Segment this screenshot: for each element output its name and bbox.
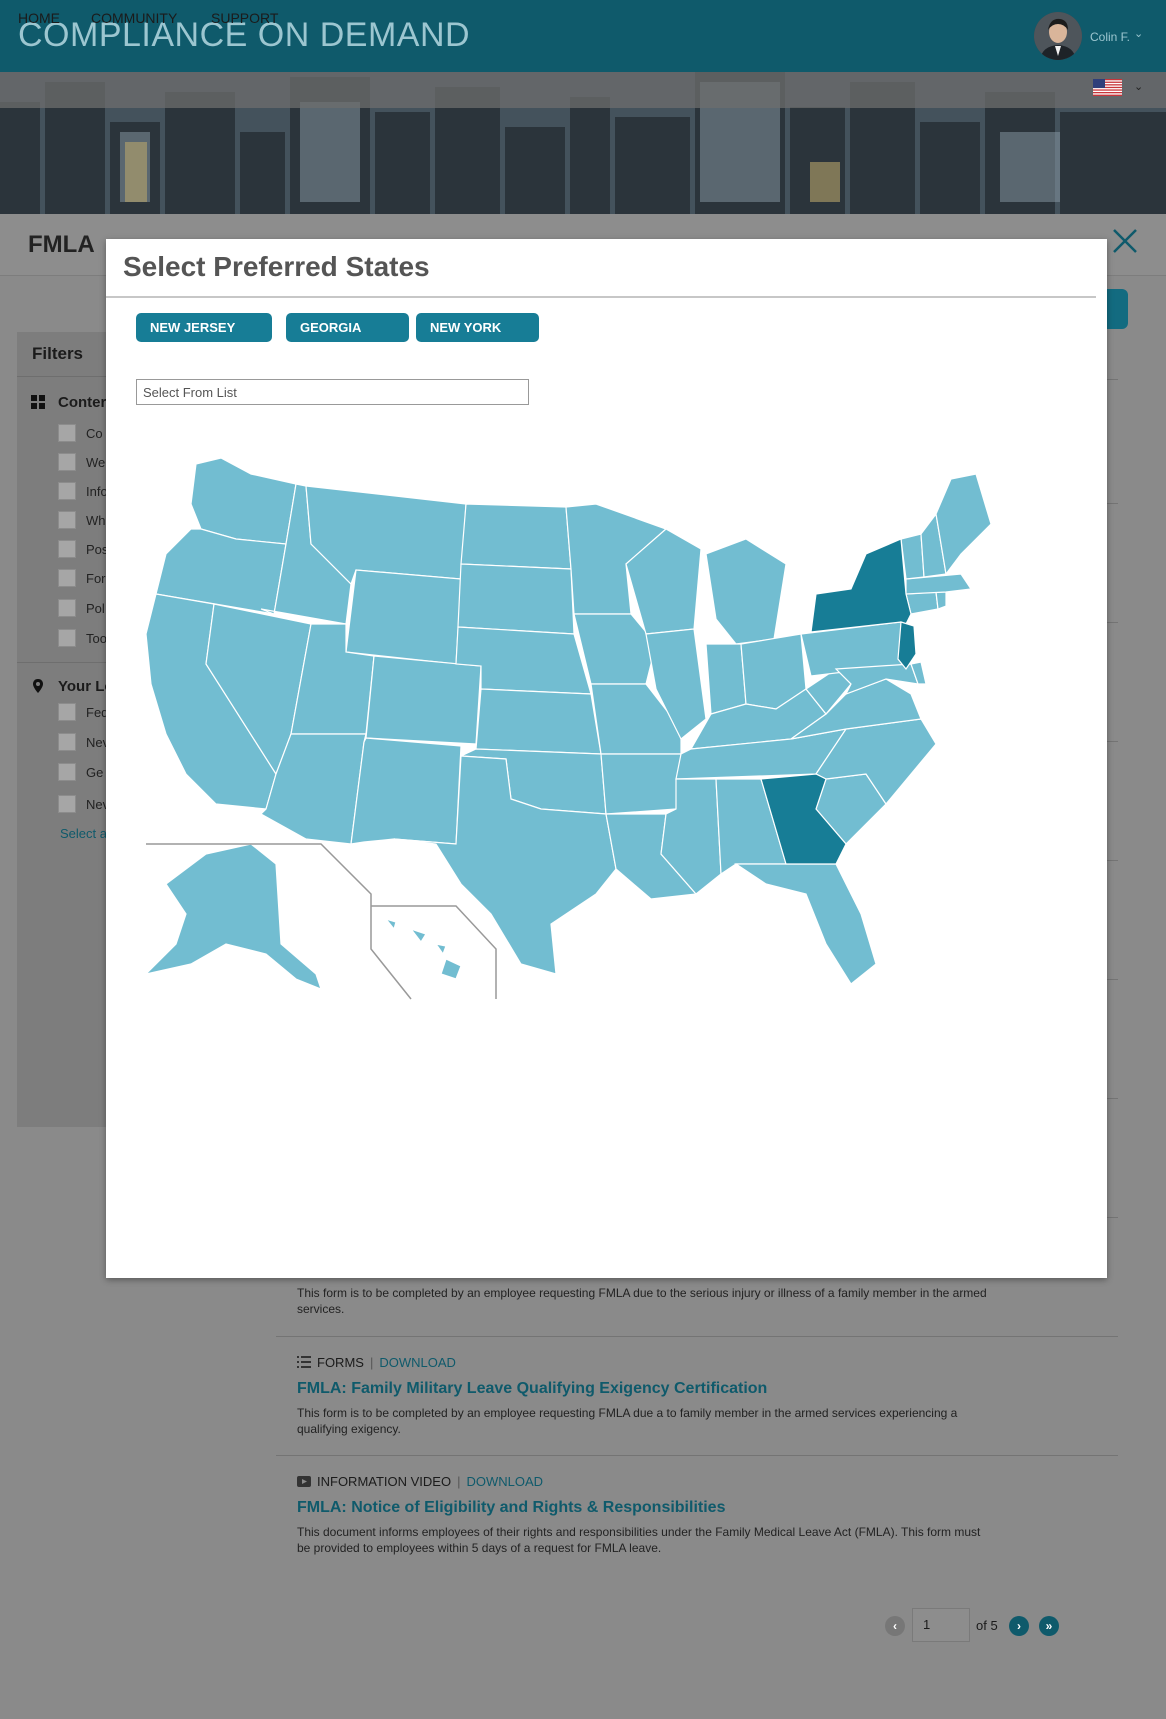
state-colorado — [365, 655, 482, 745]
divider — [276, 1455, 1118, 1456]
item-description: This form is to be completed by an emplo… — [297, 1406, 958, 1436]
item-title-link[interactable]: FMLA: Notice of Eligibility and Rights &… — [297, 1499, 725, 1517]
video-icon — [297, 1476, 311, 1487]
checkbox[interactable] — [58, 703, 76, 721]
location-pin-icon — [30, 678, 46, 694]
filters-title: Filters — [32, 344, 84, 363]
state-new-jersey — [897, 621, 917, 671]
list-icon — [297, 1356, 311, 1368]
chevron-down-icon[interactable]: ⌄ — [1134, 27, 1143, 40]
chip-new-jersey[interactable]: NEW JERSEY — [136, 313, 272, 342]
last-page-button[interactable]: » — [1039, 1616, 1059, 1636]
chip-georgia[interactable]: GEORGIA — [286, 313, 409, 342]
filter-section-content[interactable]: Conter — [58, 394, 106, 411]
filter-option-label: We — [86, 455, 106, 470]
checkbox[interactable] — [58, 599, 76, 617]
download-link[interactable]: DOWNLOAD — [467, 1474, 544, 1489]
checkbox[interactable] — [58, 540, 76, 558]
item-type: INFORMATION VIDEO — [317, 1474, 452, 1489]
nav-home[interactable]: HOME — [18, 10, 60, 26]
user-avatar[interactable] — [1034, 12, 1082, 60]
checkbox[interactable] — [58, 453, 76, 471]
item-meta: INFORMATION VIDEO | DOWNLOAD — [297, 1474, 543, 1489]
state-north-dakota — [460, 503, 572, 570]
checkbox[interactable] — [58, 629, 76, 647]
chip-new-york[interactable]: NEW YORK — [416, 313, 539, 342]
state-select-dropdown[interactable]: Select From List — [136, 379, 529, 405]
us-flag-icon[interactable] — [1093, 79, 1122, 96]
filter-option-label: Co — [86, 426, 103, 441]
us-states-map[interactable] — [144, 444, 1086, 1064]
state-arkansas — [600, 753, 682, 815]
state-florida — [734, 863, 877, 985]
nav-support[interactable]: SUPPORT — [211, 10, 278, 26]
filter-option-label: For — [86, 571, 106, 586]
page-title: FMLA — [28, 231, 95, 258]
checkbox[interactable] — [58, 569, 76, 587]
select-states-modal: Select Preferred States NEW JERSEY GEORG… — [106, 239, 1107, 1278]
checkbox[interactable] — [58, 482, 76, 500]
item-type: FORMS — [317, 1355, 364, 1370]
checkbox[interactable] — [58, 424, 76, 442]
nav-community[interactable]: COMMUNITY — [91, 10, 177, 26]
grid-icon — [30, 394, 46, 410]
chevron-down-icon[interactable]: ⌄ — [1134, 80, 1143, 93]
close-icon[interactable] — [1108, 224, 1142, 258]
checkbox[interactable] — [58, 733, 76, 751]
item-description: This form is to be completed by an emplo… — [297, 1286, 987, 1316]
filter-option-label: Ge — [86, 765, 104, 780]
divider — [106, 296, 1096, 298]
state-new-york — [810, 538, 912, 633]
state-connecticut — [905, 591, 939, 615]
state-michigan — [705, 538, 787, 645]
state-maine — [935, 473, 992, 576]
user-name[interactable]: Colin F. — [1090, 30, 1130, 44]
checkbox[interactable] — [58, 795, 76, 813]
filter-option-label: Pol — [86, 601, 105, 616]
state-south-dakota — [457, 563, 575, 635]
page-count: of 5 — [976, 1618, 998, 1633]
filter-option-label: Wh — [86, 513, 106, 528]
filter-option-label: Info — [86, 484, 108, 499]
state-wyoming — [345, 569, 462, 665]
state-kansas — [475, 688, 602, 755]
checkbox[interactable] — [58, 511, 76, 529]
item-title-link[interactable]: FMLA: Family Military Leave Qualifying E… — [297, 1380, 767, 1398]
divider — [276, 1336, 1118, 1337]
modal-title: Select Preferred States — [123, 251, 430, 282]
state-hawaii — [384, 917, 462, 980]
state-indiana — [705, 643, 747, 715]
checkbox[interactable] — [58, 763, 76, 781]
item-description: This document informs employees of their… — [297, 1525, 981, 1555]
state-alaska — [144, 843, 322, 991]
item-meta: FORMS | DOWNLOAD — [297, 1355, 456, 1370]
filter-option-label: Too — [86, 631, 107, 646]
download-link[interactable]: DOWNLOAD — [379, 1355, 456, 1370]
state-rhode-island — [935, 591, 947, 610]
state-new-mexico — [350, 737, 462, 845]
select-all-link[interactable]: Select a — [60, 826, 107, 841]
next-page-button[interactable]: › — [1009, 1616, 1029, 1636]
page-number-input[interactable]: 1 — [912, 1608, 970, 1642]
main-nav — [0, 72, 1166, 108]
previous-page-button[interactable]: ‹ — [885, 1616, 905, 1636]
